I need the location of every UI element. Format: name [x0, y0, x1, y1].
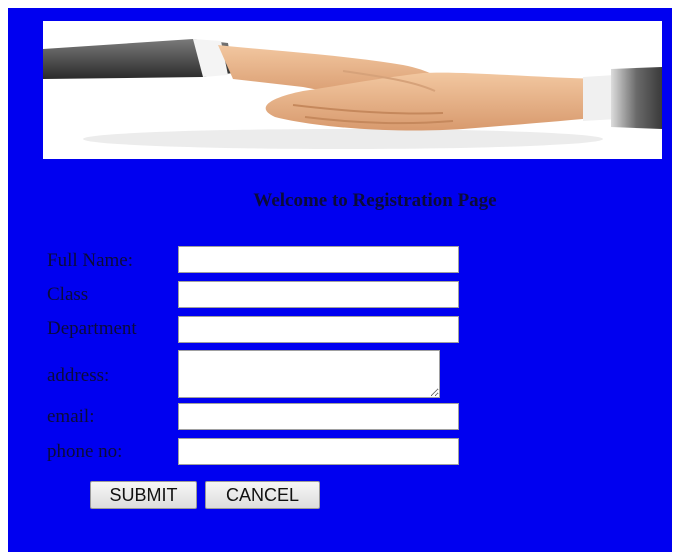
- phone-field[interactable]: [178, 438, 459, 465]
- email-field[interactable]: [178, 403, 459, 430]
- class-field[interactable]: [178, 281, 459, 308]
- cancel-button[interactable]: CANCEL: [205, 481, 320, 509]
- department-field[interactable]: [178, 316, 459, 343]
- address-field[interactable]: [178, 350, 440, 398]
- handshake-banner: [43, 21, 662, 159]
- handshake-icon: [43, 39, 662, 149]
- class-label: Class: [47, 284, 89, 305]
- address-label: address:: [47, 365, 110, 386]
- full-name-field[interactable]: [178, 246, 459, 273]
- page-title: Welcome to Registration Page: [253, 190, 497, 211]
- department-label: Department: [47, 318, 137, 339]
- full-name-label: Full Name:: [47, 250, 134, 271]
- submit-button[interactable]: SUBMIT: [90, 481, 197, 509]
- registration-page: Welcome to Registration Page Full Name: …: [8, 8, 672, 552]
- email-label: email:: [47, 406, 95, 427]
- phone-label: phone no:: [47, 441, 123, 462]
